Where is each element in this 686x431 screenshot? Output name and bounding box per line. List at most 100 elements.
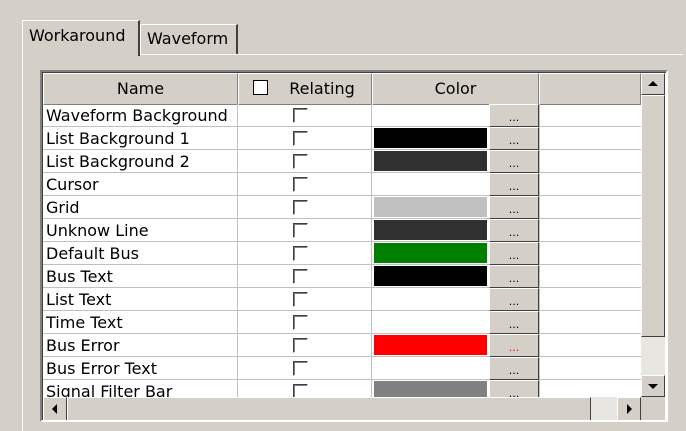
table-row[interactable]: Bus Error Text... xyxy=(43,357,641,380)
relating-cell xyxy=(238,334,372,357)
relating-checkbox[interactable] xyxy=(293,338,308,353)
color-cell xyxy=(372,173,489,196)
color-swatch xyxy=(374,105,487,125)
left-arrow-icon xyxy=(52,404,57,414)
scroll-down-button[interactable] xyxy=(641,375,665,397)
horizontal-scroll-thumb[interactable] xyxy=(67,397,591,420)
up-arrow-icon xyxy=(648,81,658,86)
pick-color-button[interactable]: ... xyxy=(489,219,539,242)
table-row[interactable]: Waveform Background... xyxy=(43,104,641,127)
column-header-name-label: Name xyxy=(116,79,165,98)
empty-cell xyxy=(539,357,641,380)
relating-checkbox[interactable] xyxy=(293,223,308,238)
scroll-up-button[interactable] xyxy=(641,73,665,95)
relating-cell xyxy=(238,219,372,242)
empty-cell xyxy=(539,196,641,219)
table-row[interactable]: Default Bus... xyxy=(43,242,641,265)
relating-checkbox[interactable] xyxy=(293,177,308,192)
empty-cell xyxy=(539,311,641,334)
relating-cell xyxy=(238,288,372,311)
tab-waveform-label: Waveform xyxy=(147,29,229,48)
row-name: List Background 2 xyxy=(43,150,238,173)
relating-checkbox[interactable] xyxy=(293,315,308,330)
relating-cell xyxy=(238,242,372,265)
pick-color-button[interactable]: ... xyxy=(489,357,539,380)
pick-color-button[interactable]: ... xyxy=(489,150,539,173)
empty-cell xyxy=(539,173,641,196)
color-swatch xyxy=(374,358,487,378)
color-settings-grid: Name Relating Color Waveform Background.… xyxy=(40,70,668,422)
vertical-scrollbar[interactable] xyxy=(641,73,665,397)
table-row[interactable]: List Background 2... xyxy=(43,150,641,173)
column-header-color[interactable]: Color xyxy=(372,73,539,105)
row-name: Bus Error Text xyxy=(43,357,238,380)
table-row[interactable]: Cursor... xyxy=(43,173,641,196)
table-row[interactable]: Unknow Line... xyxy=(43,219,641,242)
empty-cell xyxy=(539,219,641,242)
color-cell xyxy=(372,219,489,242)
relating-cell xyxy=(238,311,372,334)
table-row[interactable]: Time Text... xyxy=(43,311,641,334)
color-cell xyxy=(372,311,489,334)
color-swatch xyxy=(374,289,487,309)
row-name: Grid xyxy=(43,196,238,219)
color-swatch xyxy=(374,151,487,171)
row-name: List Text xyxy=(43,288,238,311)
column-header-color-label: Color xyxy=(434,79,477,98)
pick-color-button[interactable]: ... xyxy=(489,265,539,288)
pick-color-button[interactable]: ... xyxy=(489,242,539,265)
pick-color-button[interactable]: ... xyxy=(489,173,539,196)
row-name: Bus Error xyxy=(43,334,238,357)
color-cell xyxy=(372,265,489,288)
row-name: Bus Text xyxy=(43,265,238,288)
column-header-relating[interactable]: Relating xyxy=(238,73,372,105)
table-row[interactable]: Grid... xyxy=(43,196,641,219)
relating-checkbox[interactable] xyxy=(293,131,308,146)
tab-waveform[interactable]: Waveform xyxy=(140,24,238,54)
color-cell xyxy=(372,196,489,219)
scroll-left-button[interactable] xyxy=(43,397,67,420)
pick-color-button[interactable]: ... xyxy=(489,311,539,334)
column-header-name[interactable]: Name xyxy=(43,73,238,105)
row-name: Unknow Line xyxy=(43,219,238,242)
relating-cell xyxy=(238,104,372,127)
table-row[interactable]: Bus Error... xyxy=(43,334,641,357)
relating-checkbox[interactable] xyxy=(293,200,308,215)
pick-color-button[interactable]: ... xyxy=(489,334,539,357)
pick-color-button[interactable]: ... xyxy=(489,127,539,150)
relating-checkbox[interactable] xyxy=(293,292,308,307)
pick-color-button[interactable]: ... xyxy=(489,196,539,219)
pick-color-button[interactable]: ... xyxy=(489,104,539,127)
relating-checkbox[interactable] xyxy=(293,108,308,123)
table-row[interactable]: Bus Text... xyxy=(43,265,641,288)
scroll-right-button[interactable] xyxy=(617,397,641,420)
relating-checkbox[interactable] xyxy=(293,269,308,284)
table-row[interactable]: List Background 1... xyxy=(43,127,641,150)
row-name: Default Bus xyxy=(43,242,238,265)
relating-cell xyxy=(238,265,372,288)
pick-color-button[interactable]: ... xyxy=(489,288,539,311)
relating-checkbox[interactable] xyxy=(293,361,308,376)
color-swatch xyxy=(374,243,487,263)
color-swatch xyxy=(374,220,487,240)
table-row[interactable]: List Text... xyxy=(43,288,641,311)
relating-cell xyxy=(238,357,372,380)
empty-cell xyxy=(539,127,641,150)
row-name: Cursor xyxy=(43,173,238,196)
color-swatch xyxy=(374,335,487,355)
color-cell xyxy=(372,104,489,127)
color-cell xyxy=(372,334,489,357)
tab-workaround-label: Workaround xyxy=(29,26,126,45)
empty-cell xyxy=(539,150,641,173)
tab-workaround[interactable]: Workaround xyxy=(22,20,140,56)
select-all-relating-checkbox[interactable] xyxy=(253,80,268,95)
empty-cell xyxy=(539,242,641,265)
color-swatch xyxy=(374,266,487,286)
horizontal-scrollbar[interactable] xyxy=(43,397,641,420)
relating-checkbox[interactable] xyxy=(293,154,308,169)
empty-cell xyxy=(539,265,641,288)
relating-checkbox[interactable] xyxy=(293,246,308,261)
vertical-scroll-thumb[interactable] xyxy=(641,95,665,337)
relating-cell xyxy=(238,196,372,219)
color-cell xyxy=(372,127,489,150)
